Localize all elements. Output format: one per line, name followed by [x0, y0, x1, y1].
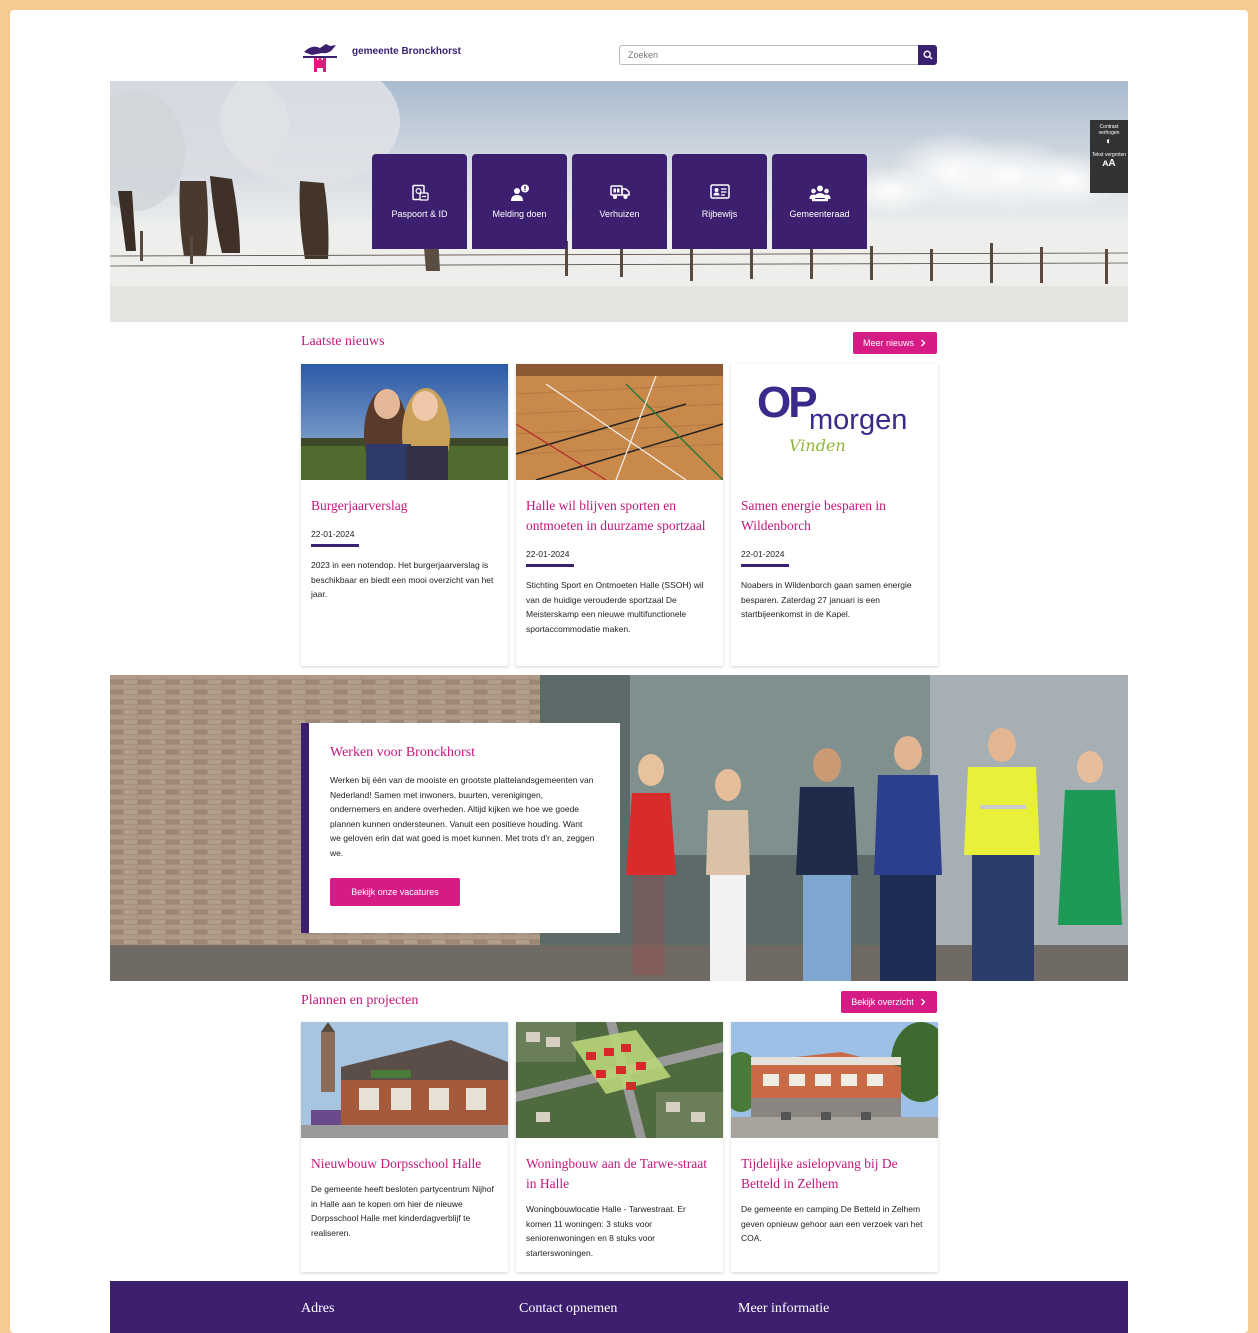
project-summary: Woningbouwlocatie Halle - Tarwestraat. E…: [526, 1204, 686, 1258]
quick-link-label: Paspoort & ID: [391, 209, 448, 219]
site-footer: Adres Contact opnemen Meer informatie: [110, 1281, 1128, 1333]
project-image-tarwestraat: [516, 1022, 723, 1138]
quick-link-label: Melding doen: [492, 209, 547, 219]
accessibility-panel: Contrast verhogen ◐ Tekst vergroten ᴀA: [1090, 120, 1128, 193]
footer-heading-more-info: Meer informatie: [738, 1301, 830, 1316]
news-card[interactable]: OP morgen Vinden Samen energie besparen …: [731, 364, 938, 666]
quick-link-driving-license[interactable]: Rijbewijs: [672, 154, 767, 249]
werken-section: Werken voor Bronckhorst Werken bij één v…: [110, 675, 1128, 981]
werken-title: Werken voor Bronckhorst: [330, 745, 476, 760]
opmorgen-logo-op: OP: [757, 378, 818, 427]
footer-heading-address: Adres: [301, 1301, 335, 1316]
news-card[interactable]: Burgerjaarverslag 22-01-2024 2023 in een…: [301, 364, 508, 666]
news-card[interactable]: Halle wil blijven sporten en ontmoeten i…: [516, 364, 723, 666]
more-news-button[interactable]: Meer nieuws: [853, 332, 937, 354]
opmorgen-logo-script: Vinden: [789, 436, 846, 455]
project-image-dorpsschool: [301, 1022, 508, 1138]
project-card[interactable]: Tijdelijke asielopvang bij De Betteld in…: [731, 1022, 938, 1272]
news-image-sportzaal: [516, 364, 723, 480]
contrast-toggle[interactable]: Contrast verhogen ◐: [1090, 124, 1128, 148]
brand-name[interactable]: gemeente Bronckhorst: [352, 46, 461, 57]
hero-banner: Paspoort & ID Melding doen Verhuizen Rij…: [110, 81, 1128, 322]
news-summary: 2023 in een notendop. Het burgerjaarvers…: [311, 560, 494, 599]
project-summary: De gemeente heeft besloten partycentrum …: [311, 1184, 494, 1238]
quick-link-label: Rijbewijs: [701, 209, 738, 219]
page: gemeente Bronckhorst Zoeken Paspoort & I…: [110, 10, 1128, 1333]
footer-heading-contact: Contact opnemen: [519, 1301, 618, 1316]
quick-link-label: Verhuizen: [599, 209, 640, 219]
projects-section-title: Plannen en projecten: [301, 993, 419, 1008]
news-date: 22-01-2024: [311, 529, 355, 539]
council-icon: [809, 185, 830, 202]
contrast-icon: ◐: [1105, 136, 1113, 147]
search-button[interactable]: [918, 45, 937, 65]
quick-link-council[interactable]: Gemeenteraad: [772, 154, 867, 249]
project-image-betteld: [731, 1022, 938, 1138]
werken-text: Werken bij één van de mooiste en grootst…: [330, 775, 595, 858]
date-underline: [311, 544, 359, 547]
news-title[interactable]: Burgerjaarverslag: [301, 496, 508, 516]
site-header: gemeente Bronckhorst: [110, 10, 1128, 81]
project-title[interactable]: Woningbouw aan de Tarwe-straat in Halle: [516, 1154, 723, 1194]
news-title[interactable]: Halle wil blijven sporten en ontmoeten i…: [516, 496, 723, 536]
news-image-girls: [301, 364, 508, 480]
chevron-right-icon: [921, 339, 926, 347]
contrast-label: Contrast verhogen: [1098, 124, 1120, 136]
projects-overview-label: Bekijk overzicht: [851, 997, 914, 1007]
project-card[interactable]: Nieuwbouw Dorpsschool Halle De gemeente …: [301, 1022, 508, 1272]
project-card[interactable]: Woningbouw aan de Tarwe-straat in Halle …: [516, 1022, 723, 1272]
passport-icon: [411, 184, 429, 201]
driving-license-icon: [709, 184, 730, 199]
bronckhorst-logo-icon: [303, 44, 337, 72]
more-news-label: Meer nieuws: [862, 338, 915, 348]
search-bar: [619, 45, 937, 65]
projects-overview-button[interactable]: Bekijk overzicht: [841, 991, 937, 1013]
news-summary: Stichting Sport en Ontmoeten Halle (SSOH…: [526, 580, 704, 634]
date-underline: [526, 564, 574, 567]
quick-link-report[interactable]: Melding doen: [472, 154, 567, 249]
news-section-title: Laatste nieuws: [301, 334, 385, 349]
date-underline: [741, 564, 789, 567]
project-summary: De gemeente en camping De Betteld in Zel…: [741, 1204, 923, 1243]
news-date: 22-01-2024: [741, 549, 785, 559]
opmorgen-logo-word: morgen: [809, 404, 908, 436]
quick-link-moving[interactable]: Verhuizen: [572, 154, 667, 249]
news-title[interactable]: Samen energie besparen in Wildenborch: [731, 496, 938, 536]
vacatures-button[interactable]: Bekijk onze vacatures: [330, 878, 460, 906]
text-size-icon: ᴀA: [1102, 158, 1116, 169]
werken-card: Werken voor Bronckhorst Werken bij één v…: [301, 723, 620, 933]
project-title[interactable]: Tijdelijke asielopvang bij De Betteld in…: [731, 1154, 938, 1194]
quick-link-label: Gemeenteraad: [789, 209, 850, 219]
quick-link-passport[interactable]: Paspoort & ID: [372, 154, 467, 249]
report-icon: [510, 184, 529, 201]
moving-truck-icon: [609, 185, 630, 199]
browser-frame: gemeente Bronckhorst Zoeken Paspoort & I…: [10, 10, 1248, 1333]
news-summary: Noabers in Wildenborch gaan samen energi…: [741, 580, 912, 619]
news-date: 22-01-2024: [526, 549, 570, 559]
chevron-right-icon: [920, 998, 926, 1006]
project-title[interactable]: Nieuwbouw Dorpsschool Halle: [301, 1154, 508, 1174]
news-image-opmorgen-logo: OP morgen Vinden: [731, 364, 938, 480]
search-icon: [922, 50, 933, 60]
search-input[interactable]: [619, 45, 918, 65]
text-size-toggle[interactable]: Tekst vergroten ᴀA: [1090, 152, 1128, 170]
